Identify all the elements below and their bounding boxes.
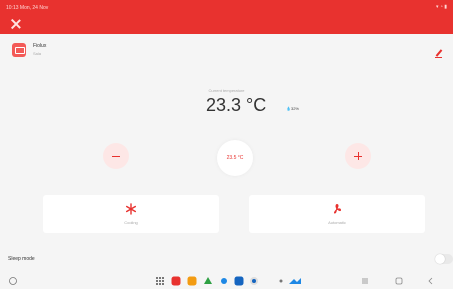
grid-icon[interactable] <box>8 276 18 286</box>
status-time: 10:13 Mon, 24 Nov <box>6 5 49 11</box>
navigation-bar <box>0 272 453 289</box>
app-icon-2[interactable] <box>187 276 197 286</box>
app-icon-3[interactable] <box>203 276 213 286</box>
humidity-value: 32% <box>290 106 299 111</box>
device-name: Fiolux <box>33 43 47 49</box>
home-icon[interactable] <box>394 276 404 286</box>
set-temperature: 23.5 °C <box>217 140 253 176</box>
mode-label-automatic: Automatic <box>328 220 346 225</box>
recent-apps-icon[interactable] <box>360 276 370 286</box>
air-conditioner-icon <box>12 43 26 57</box>
app-icon-1[interactable] <box>171 276 181 286</box>
apps-icon[interactable] <box>155 276 165 286</box>
status-bar: 10:13 Mon, 24 Nov ▾ ◔ ▮ <box>0 0 453 34</box>
increase-temperature-button[interactable] <box>345 143 371 169</box>
app-icon-8[interactable] <box>288 276 302 286</box>
status-icons: ▾ ◔ ▮ <box>435 4 447 10</box>
current-temperature-label: Current temperature <box>208 88 245 93</box>
fan-icon <box>333 204 341 214</box>
app-icon-6[interactable] <box>249 276 259 286</box>
app-icon-4[interactable] <box>219 276 229 286</box>
app-icon-5[interactable] <box>233 276 245 286</box>
back-icon[interactable] <box>426 276 436 286</box>
current-temperature-value: 23.3 °C <box>206 95 267 115</box>
sleep-mode-label: Sleep mode <box>8 256 35 262</box>
decrease-temperature-button[interactable] <box>103 143 129 169</box>
snowflake-icon <box>126 203 137 215</box>
app-icon-7[interactable] <box>276 276 286 286</box>
device-header: Fiolux Sala <box>0 37 453 61</box>
humidity-readout: 💧32% <box>286 106 299 111</box>
edit-icon[interactable] <box>435 49 445 59</box>
mode-label-cooling: Cooling <box>124 220 138 225</box>
device-subtitle: Sala <box>33 51 42 56</box>
mode-card-cooling[interactable]: Cooling <box>43 195 219 233</box>
mode-card-automatic[interactable]: Automatic <box>249 195 425 233</box>
sleep-mode-toggle[interactable] <box>435 254 453 264</box>
close-icon[interactable] <box>10 18 22 30</box>
